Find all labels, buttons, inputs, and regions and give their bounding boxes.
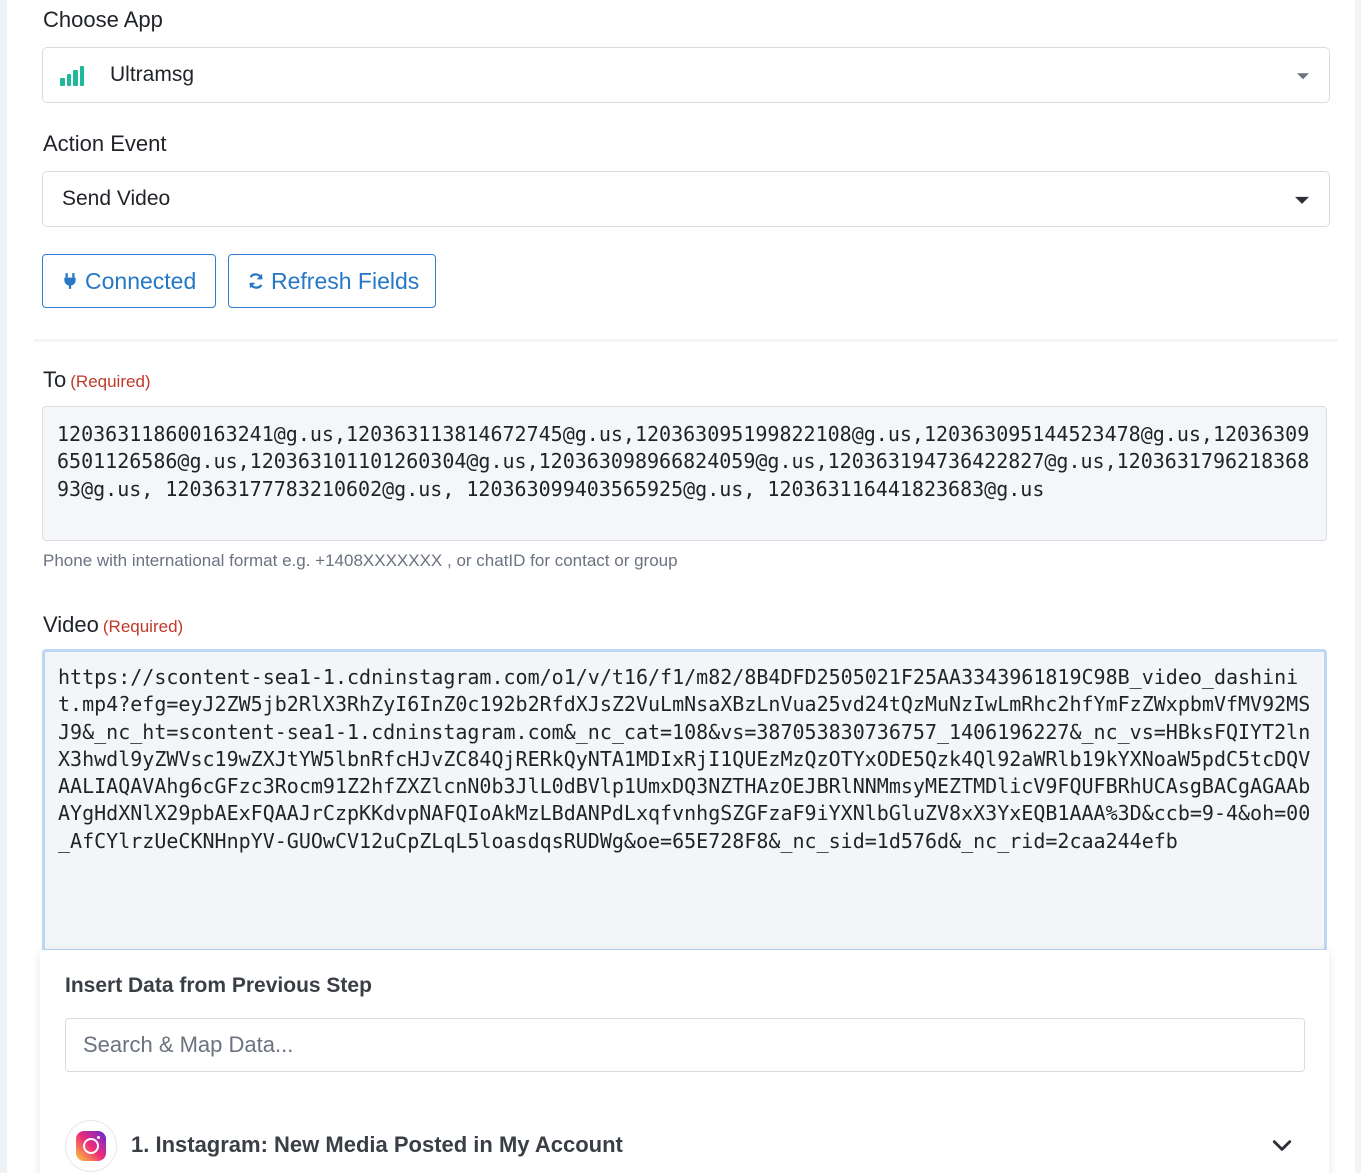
required-badge: (Required)	[70, 372, 151, 391]
choose-app-value: Ultramsg	[110, 63, 195, 86]
left-edge-strip	[0, 0, 7, 1173]
connected-button[interactable]: Connected	[42, 254, 216, 308]
to-field-hint: Phone with international format e.g. +14…	[43, 551, 678, 570]
previous-step-item[interactable]: 1. Instagram: New Media Posted in My Acc…	[65, 1120, 1305, 1172]
video-input[interactable]: https://scontent-sea1-1.cdninstagram.com…	[42, 649, 1327, 952]
instagram-icon	[65, 1120, 117, 1172]
choose-app-label: Choose App	[43, 7, 163, 32]
chevron-down-icon	[1295, 196, 1309, 204]
search-map-data-input[interactable]	[65, 1018, 1305, 1072]
choose-app-select[interactable]: Ultramsg	[42, 47, 1330, 103]
connected-button-label: Connected	[85, 267, 197, 294]
chevron-down-icon	[1297, 73, 1309, 80]
section-divider	[34, 339, 1338, 342]
to-input[interactable]: 120363118600163241@g.us,1203631138146727…	[42, 406, 1327, 541]
to-field-label: To (Required)	[43, 367, 151, 393]
plug-icon	[64, 273, 76, 289]
to-label-text: To	[43, 367, 67, 392]
previous-step-label: 1. Instagram: New Media Posted in My Acc…	[131, 1132, 623, 1157]
video-field-label: Video (Required)	[43, 612, 183, 638]
insert-data-title: Insert Data from Previous Step	[65, 974, 372, 997]
required-badge: (Required)	[102, 617, 184, 636]
bar-chart-icon	[60, 66, 84, 86]
video-label-text: Video	[43, 612, 99, 637]
refresh-icon	[249, 273, 263, 289]
action-event-value: Send Video	[62, 187, 171, 210]
action-event-select[interactable]: Send Video	[42, 171, 1330, 227]
scrollbar-track[interactable]	[1355, 0, 1361, 1173]
refresh-fields-button[interactable]: Refresh Fields	[228, 254, 436, 308]
insert-data-panel: Insert Data from Previous Step 1. Instag…	[40, 950, 1329, 1173]
chevron-down-icon[interactable]	[1271, 1134, 1293, 1156]
action-event-label: Action Event	[43, 131, 167, 156]
refresh-fields-button-label: Refresh Fields	[271, 267, 420, 294]
